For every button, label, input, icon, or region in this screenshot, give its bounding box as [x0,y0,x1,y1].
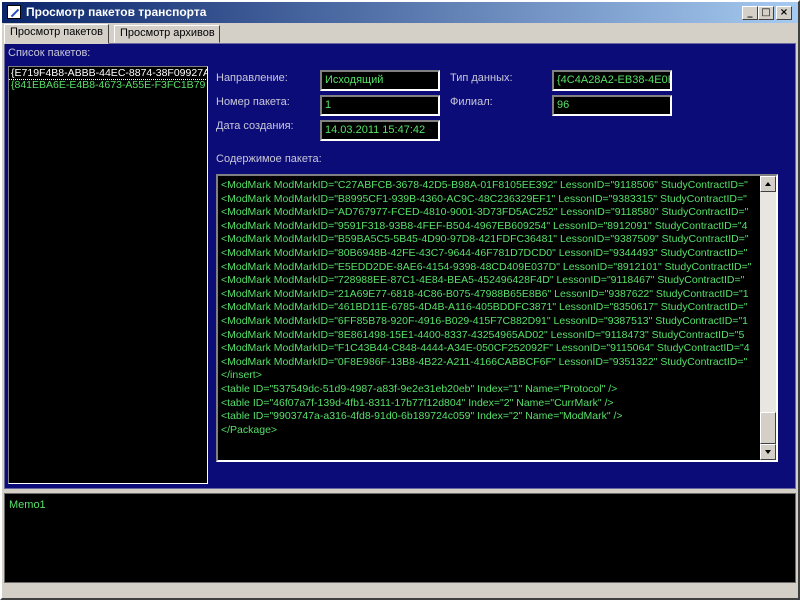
title-bar[interactable]: Просмотр пакетов транспорта [2,2,798,23]
maximize-button[interactable]: □ [758,6,774,20]
created-date-field[interactable]: 14.03.2011 15:47:42 [320,120,440,141]
app-icon [7,5,21,19]
content-line: <ModMark ModMarkID="0F8E986F-13B8-4B22-A… [221,355,748,368]
direction-field[interactable]: Исходящий [320,70,440,91]
scroll-down-button[interactable] [760,444,776,460]
content-line: </Package> [221,423,278,436]
arrow-down-icon [765,450,771,454]
content-line: <ModMark ModMarkID="80B6948B-42FE-43C7-9… [221,246,748,259]
direction-label: Направление: [216,72,288,84]
packet-list-item[interactable]: {841EBA6E-E4B8-4673-A55E-F3FC1B79 [9,79,207,91]
packet-content-text: <ModMark ModMarkID="C27ABFCB-3678-42D5-B… [221,179,759,437]
scroll-up-button[interactable] [760,176,776,192]
packet-number-label: Номер пакета: [216,96,290,108]
content-line: <table ID="46f07a7f-139d-4fb1-8311-17b77… [221,396,614,409]
log-memo[interactable]: Memo1 [4,493,796,583]
branch-label: Филиал: [450,96,493,108]
created-date-label: Дата создания: [216,120,294,132]
content-line: <table ID="9903747a-a316-4fd8-91d0-6b189… [221,410,623,423]
close-button[interactable]: × [776,6,792,20]
scroll-thumb[interactable] [760,412,776,444]
packet-content-memo[interactable]: <ModMark ModMarkID="C27ABFCB-3678-42D5-B… [216,174,778,462]
content-line: <ModMark ModMarkID="F1C43B44-C848-4444-A… [221,342,750,355]
data-type-field[interactable]: {4C4A28A2-EB38-4E0B [552,70,672,91]
branch-field[interactable]: 96 [552,95,672,116]
content-line: <ModMark ModMarkID="8E861498-15E1-4400-8… [221,328,745,341]
content-line: <ModMark ModMarkID="E5EDD2DE-8AE6-4154-9… [221,260,752,273]
tab-packet-view[interactable]: Просмотр пакетов [4,24,109,44]
content-line: <ModMark ModMarkID="C27ABFCB-3678-42D5-B… [221,179,748,191]
content-line: <ModMark ModMarkID="B59BA5C5-5B45-4D90-9… [221,233,749,246]
packet-list-item[interactable]: {E719F4B8-ABBB-44EC-8874-38F09927A [9,67,207,80]
packet-number-field[interactable]: 1 [320,95,440,116]
data-type-label: Тип данных: [450,72,513,84]
content-line: <ModMark ModMarkID="461BD11E-6785-4D4B-A… [221,301,748,314]
content-line: <ModMark ModMarkID="21A69E77-6818-4C86-B… [221,287,749,300]
tab-archive-view[interactable]: Просмотр архивов [114,25,220,43]
window-title: Просмотр пакетов транспорта [26,5,207,19]
log-memo-text: Memo1 [9,499,46,511]
packet-list[interactable]: {E719F4B8-ABBB-44EC-8874-38F09927A {841E… [8,66,208,484]
packet-content-label: Содержимое пакета: [216,153,322,165]
arrow-up-icon [765,182,771,186]
content-line: </insert> [221,369,262,382]
minimize-button[interactable]: _ [742,6,758,20]
content-line: <ModMark ModMarkID="9591F318-93B8-4FEF-B… [221,219,748,232]
content-line: <ModMark ModMarkID="728988EE-87C1-4E84-B… [221,274,745,287]
content-vertical-scrollbar[interactable] [760,176,776,460]
content-line: <ModMark ModMarkID="6FF85B78-920F-4916-B… [221,314,749,327]
content-line: <ModMark ModMarkID="B8995CF1-939B-4360-A… [221,192,747,205]
content-line: <ModMark ModMarkID="AD767977-FCED-4810-9… [221,206,749,219]
packet-list-label: Список пакетов: [8,47,91,59]
content-line: <table ID="537549dc-51d9-4987-a83f-9e2e3… [221,382,618,395]
